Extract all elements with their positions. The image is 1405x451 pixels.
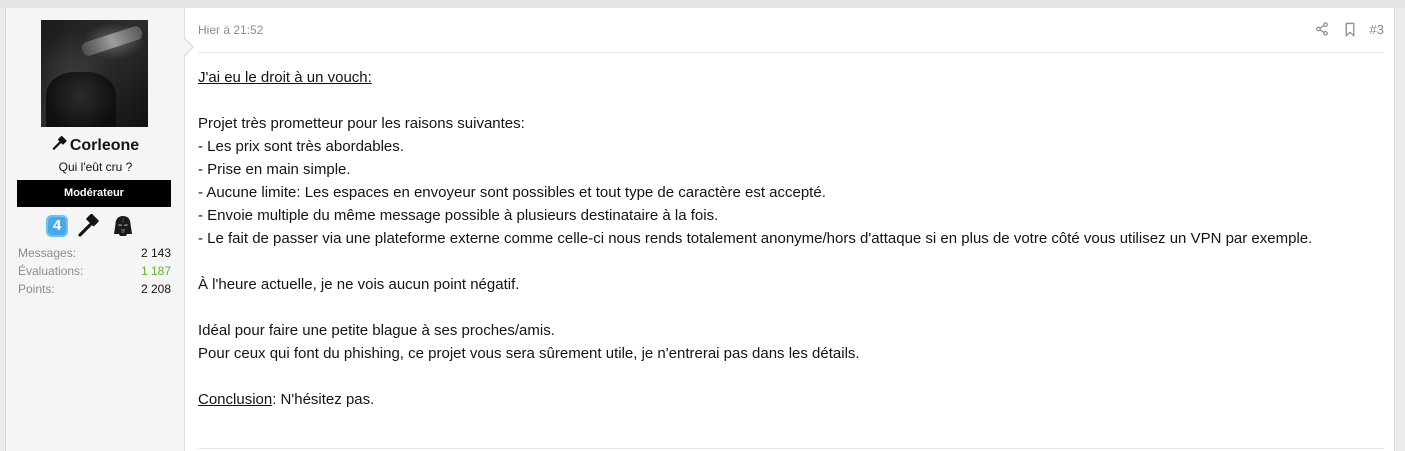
stat-points: Points: 2 208 — [18, 280, 171, 298]
username-row: Corleone — [6, 135, 185, 155]
stat-evaluations: Évaluations: 1 187 — [18, 262, 171, 280]
post-ideal-1: Idéal pour faire une petite blague à ses… — [198, 322, 555, 339]
forum-post: Corleone Qui l'eût cru ? Modérateur 4 Me… — [5, 8, 1395, 451]
stat-label: Évaluations: — [18, 264, 84, 278]
list-item: - Envoie multiple du même message possib… — [198, 207, 719, 224]
bookmark-icon[interactable] — [1342, 21, 1358, 37]
list-item: - Aucune limite: Les espaces en envoyeur… — [198, 184, 826, 201]
post-intro: Projet très prometteur pour les raisons … — [198, 115, 525, 132]
hammer-icon[interactable] — [76, 213, 102, 239]
post-ideal-2: Pour ceux qui font du phishing, ce proje… — [198, 345, 860, 362]
stat-value[interactable]: 2 208 — [141, 280, 171, 298]
role-banner: Modérateur — [17, 180, 171, 207]
stat-label: Messages: — [18, 246, 77, 260]
username[interactable]: Corleone — [70, 137, 139, 154]
post-number[interactable]: #3 — [1370, 22, 1384, 37]
post-date[interactable]: Hier à 21:52 — [198, 23, 263, 37]
post-header: Hier à 21:52 #3 — [198, 8, 1384, 53]
hammer-icon — [52, 135, 67, 155]
list-item: - Les prix sont très abordables. — [198, 138, 404, 155]
user-badges: 4 — [46, 213, 136, 239]
conclusion-text: : N'hésitez pas. — [272, 391, 375, 408]
page-top-strip — [0, 0, 1405, 8]
badge-4-icon[interactable]: 4 — [46, 215, 68, 237]
list-item: - Le fait de passer via une plateforme e… — [198, 230, 1313, 247]
post-footer-divider — [198, 448, 1384, 449]
stat-value[interactable]: 2 143 — [141, 244, 171, 262]
post-main: Hier à 21:52 #3 J'ai eu le droit à un vo… — [198, 8, 1384, 451]
post-current: À l'heure actuelle, je ne vois aucun poi… — [198, 276, 520, 293]
post-actions: #3 — [1314, 21, 1384, 37]
stat-messages: Messages: 2 143 — [18, 244, 171, 262]
user-stats: Messages: 2 143 Évaluations: 1 187 Point… — [18, 244, 171, 298]
avatar[interactable] — [41, 20, 148, 127]
post-arrow — [184, 38, 194, 56]
share-icon[interactable] — [1314, 21, 1330, 37]
stat-value[interactable]: 1 187 — [141, 262, 171, 280]
user-title: Qui l'eût cru ? — [58, 160, 133, 174]
stat-label: Points: — [18, 282, 55, 296]
user-sidebar: Corleone Qui l'eût cru ? Modérateur 4 Me… — [6, 8, 185, 451]
list-item: - Prise en main simple. — [198, 161, 351, 178]
post-body: J'ai eu le droit à un vouch: Projet très… — [198, 66, 1384, 411]
darth-vader-icon[interactable] — [110, 213, 136, 239]
conclusion-label: Conclusion — [198, 391, 273, 408]
post-conclusion: Conclusion: N'hésitez pas. — [198, 388, 1384, 411]
post-heading: J'ai eu le droit à un vouch: — [198, 69, 372, 86]
